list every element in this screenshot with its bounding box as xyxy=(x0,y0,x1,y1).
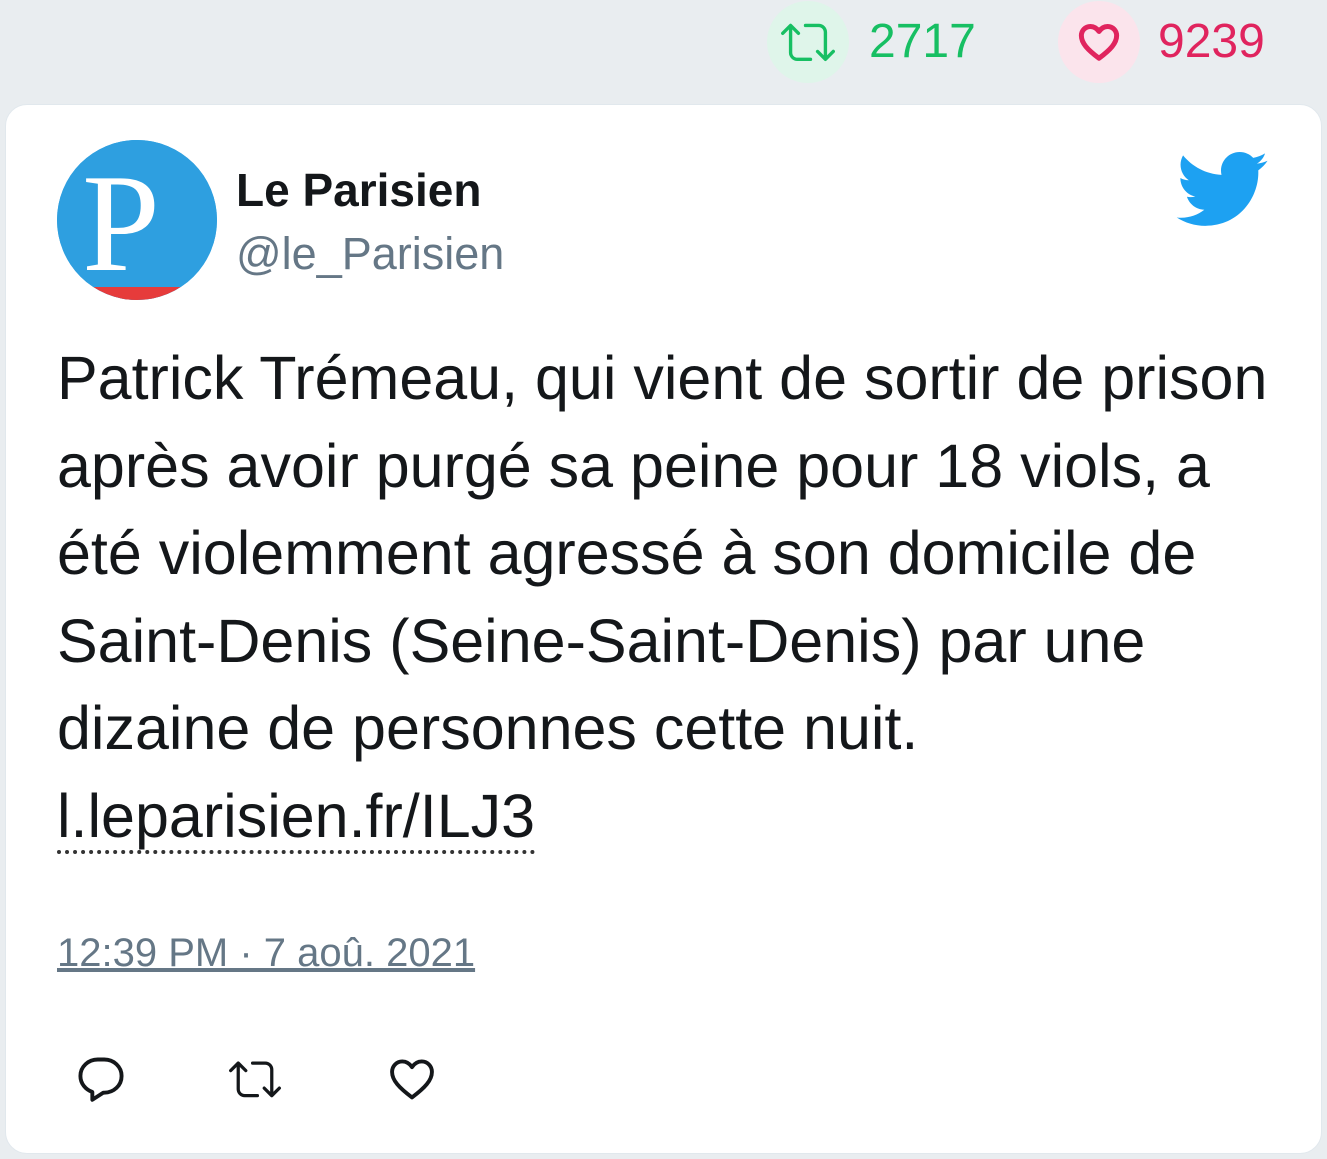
retweet-stat[interactable]: 2717 xyxy=(767,0,976,84)
author-name[interactable]: Le Parisien xyxy=(236,167,481,213)
tweet-stats-bar: 2717 9239 xyxy=(0,0,1327,100)
twitter-bird-icon[interactable] xyxy=(1173,149,1269,232)
tweet-text: Patrick Trémeau, qui vient de sortir de … xyxy=(57,335,1287,860)
tweet-body: Patrick Trémeau, qui vient de sortir de … xyxy=(57,344,1268,762)
retweet-action-icon[interactable] xyxy=(225,1053,285,1110)
like-icon[interactable] xyxy=(385,1053,439,1110)
tweet-timestamp[interactable]: 12:39 PM · 7 aoû. 2021 xyxy=(57,933,475,973)
heart-icon[interactable] xyxy=(1058,1,1140,83)
reply-icon[interactable] xyxy=(75,1053,127,1110)
like-count: 9239 xyxy=(1158,15,1265,68)
avatar-letter: P xyxy=(82,146,160,300)
retweet-icon[interactable] xyxy=(767,1,849,83)
author-handle[interactable]: @le_Parisien xyxy=(236,231,504,276)
retweet-count: 2717 xyxy=(869,15,976,68)
avatar[interactable]: P xyxy=(57,140,217,300)
tweet-link[interactable]: l.leparisien.fr/ILJ3 xyxy=(57,781,536,854)
tweet-card: P Le Parisien @le_Parisien Patrick Tréme… xyxy=(5,104,1322,1154)
like-stat[interactable]: 9239 xyxy=(1058,0,1265,84)
